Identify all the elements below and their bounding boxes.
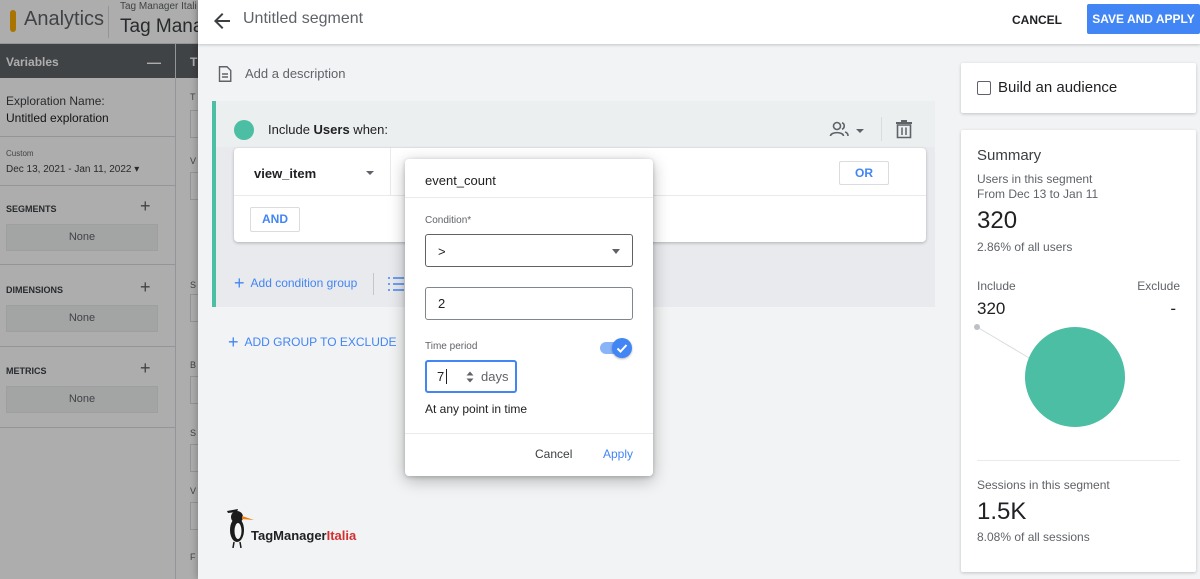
cancel-button[interactable]: CANCEL	[1002, 6, 1072, 34]
header-divider	[881, 117, 882, 141]
users-percentage: 2.86% of all users	[977, 240, 1073, 254]
condition-divider	[390, 148, 391, 196]
summary-date-range: From Dec 13 to Jan 11	[977, 187, 1099, 201]
condition-operator-select[interactable]: >	[425, 234, 633, 267]
segment-builder-panel: Untitled segment CANCEL SAVE AND APPLY A…	[198, 0, 1200, 579]
include-group-header: Include Users when:	[216, 101, 935, 147]
watermark-text: TagManagerItalia	[251, 528, 356, 543]
dialog-cancel-button[interactable]: Cancel	[535, 447, 572, 461]
dimension-selector[interactable]: view_item	[254, 166, 316, 181]
or-button[interactable]: OR	[839, 161, 889, 185]
include-group-label: Include Users when:	[268, 122, 388, 137]
tagmanageritalia-watermark: TagManagerItalia	[223, 508, 363, 553]
any-point-in-time-option[interactable]: At any point in time	[425, 402, 527, 416]
users-in-segment-value: 320	[977, 207, 1018, 234]
save-and-apply-button[interactable]: SAVE AND APPLY	[1087, 4, 1200, 34]
include-indicator-icon	[234, 120, 254, 140]
summary-title: Summary	[977, 147, 1042, 164]
description-input[interactable]: Add a description	[245, 66, 345, 81]
metric-condition-dialog: event_count Condition* > Time period 7 d…	[405, 159, 653, 476]
dialog-divider	[405, 433, 653, 434]
add-condition-group-label: Add condition group	[250, 276, 358, 290]
plus-icon: +	[234, 273, 245, 293]
actions-divider	[373, 273, 374, 295]
sessions-in-segment-value: 1.5K	[977, 498, 1027, 525]
include-count-label: Include	[977, 279, 1016, 293]
check-icon	[616, 344, 628, 353]
summary-card: Summary Users in this segment From Dec 1…	[961, 130, 1196, 572]
chevron-down-icon[interactable]	[366, 171, 374, 175]
description-icon	[218, 66, 232, 82]
include-suffix: when:	[349, 122, 388, 137]
include-exclude-pie-chart	[974, 324, 1125, 427]
and-button[interactable]: AND	[250, 207, 300, 232]
dialog-apply-button[interactable]: Apply	[603, 447, 633, 461]
include-prefix: Include	[268, 122, 314, 137]
condition-operator-value: >	[438, 244, 446, 259]
chevron-down-icon	[612, 249, 620, 254]
include-slice	[1025, 327, 1125, 427]
time-period-toggle[interactable]	[600, 338, 632, 358]
segment-header: Untitled segment CANCEL SAVE AND APPLY	[198, 0, 1200, 44]
time-period-label: Time period	[425, 341, 478, 352]
summary-divider	[977, 460, 1180, 461]
text-cursor	[446, 369, 447, 384]
users-scope-icon[interactable]	[829, 120, 869, 140]
add-group-to-exclude-label: ADD GROUP TO EXCLUDE	[244, 335, 397, 349]
sessions-in-segment-label: Sessions in this segment	[977, 478, 1110, 492]
dialog-divider	[405, 197, 653, 198]
sequence-list-icon[interactable]	[388, 277, 404, 291]
build-audience-card: Build an audience	[961, 63, 1196, 113]
plus-icon: +	[228, 332, 239, 352]
pie-leader-dot	[974, 324, 980, 330]
watermark-brand-main: TagManager	[251, 528, 327, 543]
metric-name: event_count	[425, 173, 496, 188]
condition-label: Condition*	[425, 215, 472, 226]
exclude-count-label: Exclude	[1137, 279, 1180, 293]
build-audience-label[interactable]: Build an audience	[998, 79, 1117, 96]
add-condition-group-button[interactable]: + Add condition group	[234, 273, 358, 293]
build-audience-checkbox[interactable]	[977, 81, 991, 95]
back-arrow-icon[interactable]	[210, 9, 234, 33]
days-unit: days	[481, 369, 509, 384]
sessions-percentage: 8.08% of all sessions	[977, 530, 1090, 544]
days-input[interactable]: 7 days	[425, 360, 517, 393]
add-group-to-exclude-button[interactable]: + ADD GROUP TO EXCLUDE	[228, 332, 397, 352]
condition-value-input[interactable]	[425, 287, 633, 320]
days-value: 7	[437, 369, 445, 384]
toggle-thumb	[612, 338, 632, 358]
trash-icon[interactable]	[895, 119, 913, 139]
segment-title[interactable]: Untitled segment	[243, 10, 363, 28]
spinner-arrows-icon[interactable]	[465, 369, 475, 385]
include-scope[interactable]: Users	[314, 122, 350, 137]
users-in-segment-label: Users in this segment	[977, 172, 1093, 186]
watermark-brand-accent: Italia	[326, 528, 357, 543]
